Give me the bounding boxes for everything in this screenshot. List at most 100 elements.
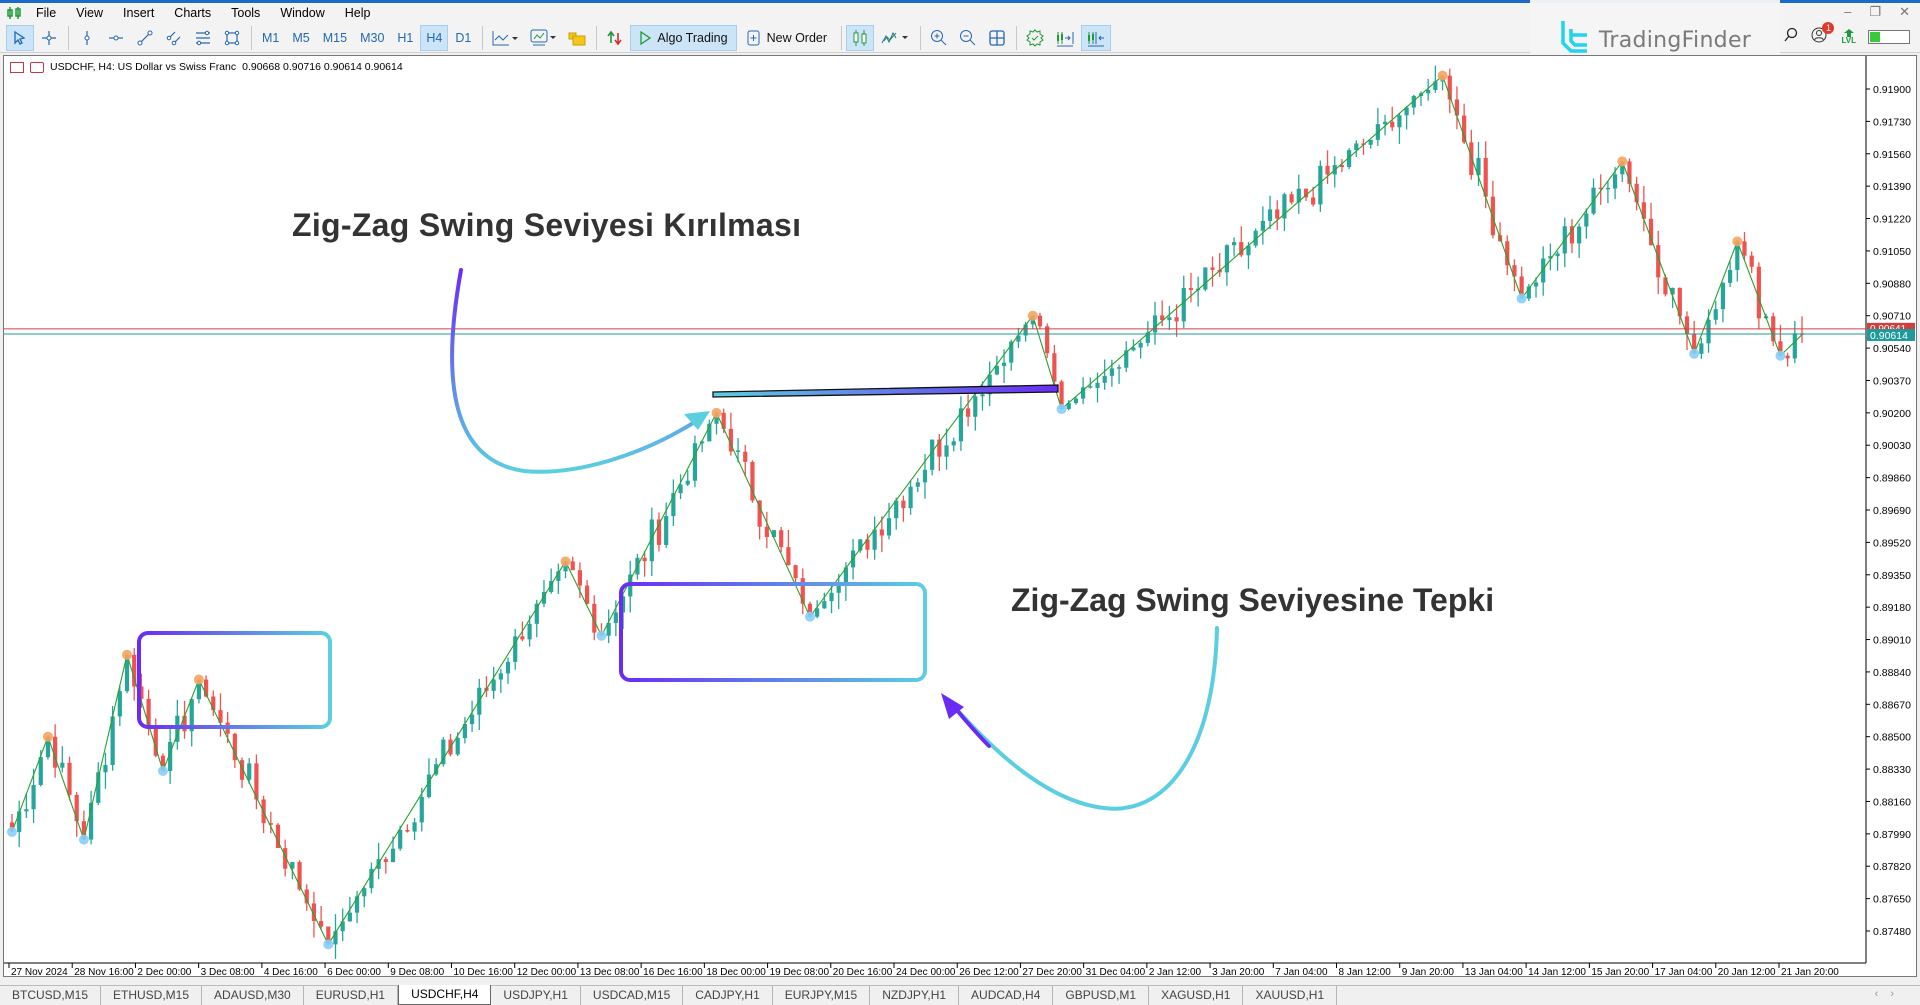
profiles-button[interactable] xyxy=(563,25,591,51)
fibonacci-button[interactable] xyxy=(189,25,217,51)
zoom-in-button[interactable] xyxy=(925,25,953,51)
tab-scroll-arrows[interactable]: ‹› xyxy=(1875,988,1906,1000)
timeframe-h1[interactable]: H1 xyxy=(391,25,419,51)
price-chart[interactable]: 0.91900 0.91730 0.91560 0.91390 0.91220 0.910… xyxy=(4,56,1918,978)
restore-icon[interactable]: ❐ xyxy=(1869,4,1881,20)
chart-tab[interactable]: USDCHF,H4 xyxy=(398,985,492,1005)
menu-window[interactable]: Window xyxy=(270,3,334,23)
chart-tab[interactable]: AUDCAD,H4 xyxy=(959,986,1054,1005)
chart-tab[interactable]: XAUUSD,H1 xyxy=(1243,986,1338,1005)
templates-dropdown[interactable] xyxy=(524,25,562,51)
menu-file[interactable]: File xyxy=(26,3,66,23)
horizontal-line-button[interactable] xyxy=(102,25,130,51)
chart-type-dropdown[interactable] xyxy=(875,25,915,51)
minimize-icon[interactable]: – xyxy=(1844,4,1851,20)
close-icon[interactable]: ✕ xyxy=(1899,4,1910,20)
candle-body xyxy=(405,830,410,832)
time-tick-label: 26 Dec 12:00 xyxy=(959,967,1019,978)
candlestick-icon xyxy=(853,29,867,46)
tile-windows-button[interactable] xyxy=(983,25,1011,51)
chart-window[interactable]: USDCHF, H4: US Dollar vs Swiss Franc 0.9… xyxy=(3,55,1918,978)
vertical-line-button[interactable] xyxy=(73,25,101,51)
candle-body xyxy=(1706,319,1711,344)
time-tick-label: 16 Dec 16:00 xyxy=(643,967,703,978)
cursor-tool-button[interactable] xyxy=(6,24,34,51)
breakout-arrow xyxy=(450,268,706,474)
timeframe-m15[interactable]: M15 xyxy=(317,25,353,51)
crosshair-button[interactable] xyxy=(35,25,63,51)
shapes-button[interactable] xyxy=(218,25,246,51)
zoom-out-button[interactable] xyxy=(954,25,982,51)
time-tick-label: 20 Jan 12:00 xyxy=(1718,967,1776,978)
chart-tabs: BTCUSD,M15 ETHUSD,M15 ADAUSD,M30 EURUSD,H1 U… xyxy=(0,985,1920,1005)
level-indicator[interactable]: LVL xyxy=(1841,28,1856,45)
chart-tab[interactable]: ETHUSD,M15 xyxy=(101,986,203,1005)
candle-body xyxy=(383,859,388,863)
timeframe-m1[interactable]: M1 xyxy=(256,25,285,51)
chart-tab[interactable]: BTCUSD,M15 xyxy=(0,986,102,1005)
price-tick-label: 0.89690 xyxy=(1873,505,1911,517)
candle-body xyxy=(520,636,525,640)
menu-view[interactable]: View xyxy=(66,3,113,23)
menu-tools[interactable]: Tools xyxy=(221,3,270,23)
toolbar-separator xyxy=(251,25,252,50)
time-tick-label: 2 Dec 00:00 xyxy=(137,967,191,978)
trendline-button[interactable] xyxy=(131,25,159,51)
candle xyxy=(908,480,913,515)
auto-scroll-button[interactable] xyxy=(1081,24,1112,51)
candle-body xyxy=(103,764,108,773)
indicators-dropdown[interactable] xyxy=(487,25,523,51)
candle xyxy=(656,512,662,552)
candle xyxy=(1318,160,1323,212)
candle xyxy=(340,908,345,941)
chart-tab[interactable]: EURJPY,M15 xyxy=(773,986,871,1005)
timeframe-d1[interactable]: D1 xyxy=(449,25,477,51)
menu-charts[interactable]: Charts xyxy=(164,3,221,23)
timeframe-m5[interactable]: M5 xyxy=(286,25,315,51)
algo-trading-button[interactable]: Algo Trading xyxy=(630,24,737,51)
candle xyxy=(1203,267,1208,292)
chart-shift-button[interactable] xyxy=(1050,25,1080,51)
trade-signals-button[interactable] xyxy=(601,25,629,51)
candle-body xyxy=(966,408,971,417)
chart-tab[interactable]: NZDJPY,H1 xyxy=(870,986,960,1005)
chart-tab[interactable]: GBPUSD,M1 xyxy=(1053,986,1150,1005)
candle xyxy=(1196,276,1201,307)
chart-tab[interactable]: CADJPY,H1 xyxy=(683,986,773,1005)
candle xyxy=(1799,316,1805,343)
candle-body xyxy=(1181,287,1186,322)
time-tick-label: 3 Jan 20:00 xyxy=(1212,967,1265,978)
chart-tab[interactable]: EURUSD,H1 xyxy=(304,986,399,1005)
candle-body xyxy=(1311,197,1316,205)
candle xyxy=(1152,301,1158,345)
candle-body xyxy=(347,912,352,922)
candle-body xyxy=(1469,142,1474,175)
expert-settings-button[interactable] xyxy=(1021,25,1049,51)
timeframe-h4[interactable]: H4 xyxy=(420,24,449,51)
candle xyxy=(383,856,388,874)
account-notifications-button[interactable]: 1 xyxy=(1811,22,1835,47)
chart-tab[interactable]: XAGUSD,H1 xyxy=(1149,986,1244,1005)
swing-high-marker xyxy=(122,649,133,660)
channel-button[interactable] xyxy=(160,25,188,51)
timeframe-m30[interactable]: M30 xyxy=(354,25,390,51)
auto-scroll-icon xyxy=(1088,31,1105,46)
candlestick-chart-button[interactable] xyxy=(846,24,875,51)
candle xyxy=(1713,300,1718,325)
candle-body xyxy=(24,809,29,812)
swing-high-marker xyxy=(1732,236,1743,247)
chart-symbol-title: USDCHF, H4: US Dollar vs Swiss Franc xyxy=(50,61,237,73)
zoom-in-icon xyxy=(931,29,947,45)
candle-body xyxy=(1756,266,1761,319)
search-button[interactable] xyxy=(1783,27,1799,46)
menu-help[interactable]: Help xyxy=(335,3,381,23)
chart-tab[interactable]: USDCAD,M15 xyxy=(581,986,684,1005)
menu-insert[interactable]: Insert xyxy=(113,3,164,23)
candles-layer xyxy=(9,65,1805,959)
chart-tab[interactable]: USDJPY,H1 xyxy=(491,986,581,1005)
time-tick-label: 24 Dec 00:00 xyxy=(896,967,956,978)
new-order-button[interactable]: New Order xyxy=(738,25,836,51)
time-axis: 27 Nov 2024 28 Nov 16:00 2 Dec 00:00 3 Dec … xyxy=(8,963,1839,978)
chart-tab[interactable]: ADAUSD,M30 xyxy=(202,986,304,1005)
price-tick-label: 0.90030 xyxy=(1873,440,1911,452)
